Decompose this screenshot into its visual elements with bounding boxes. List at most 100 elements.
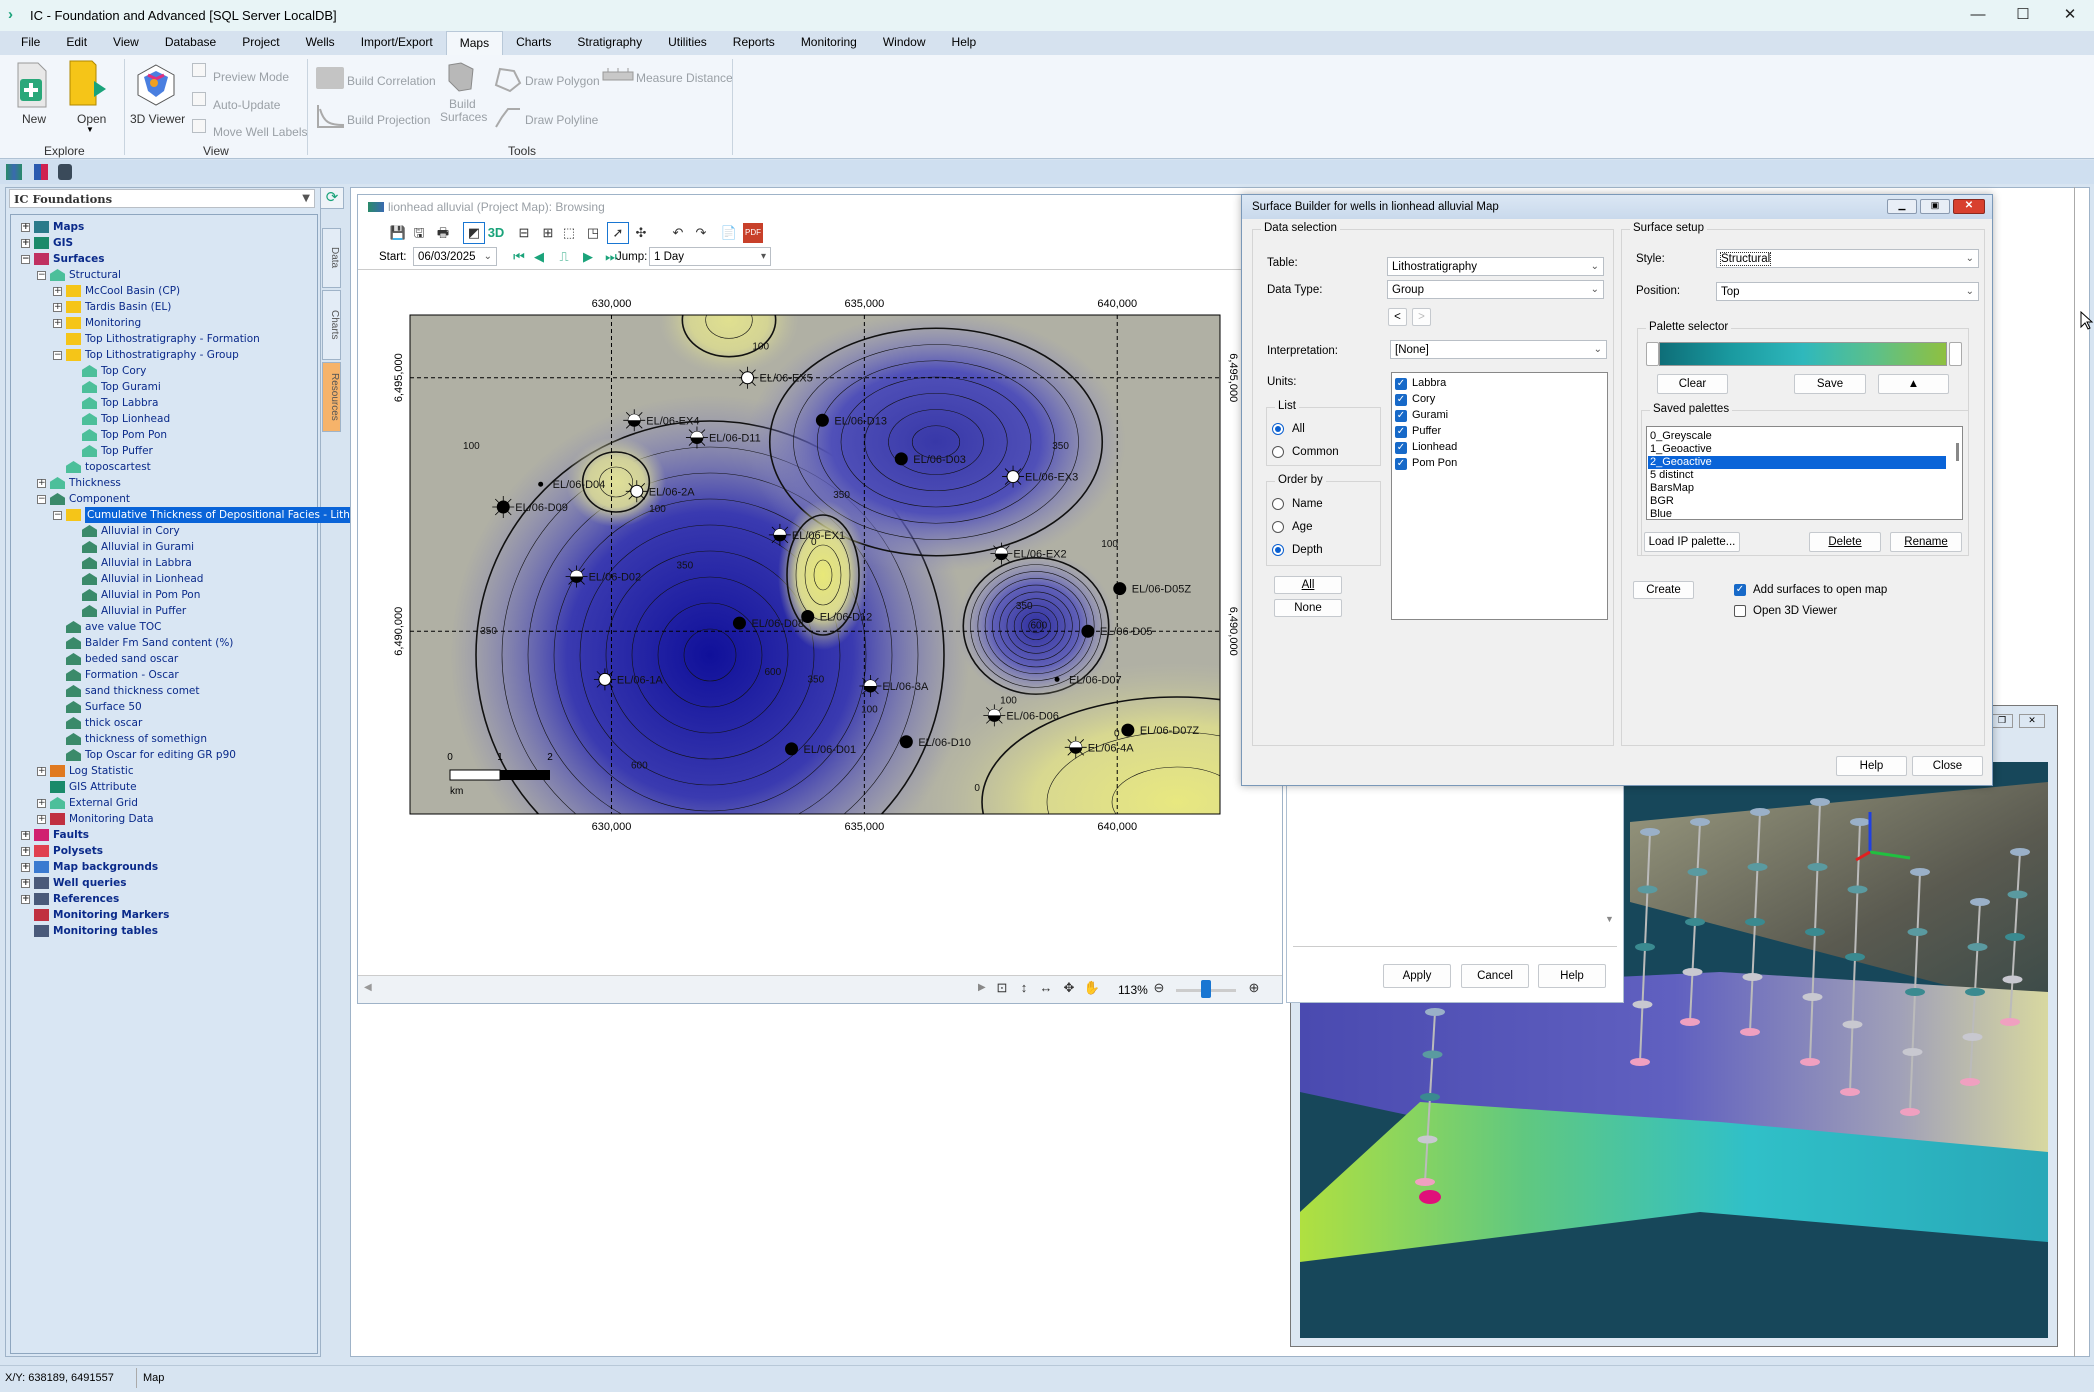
measure-distance-button[interactable]: Measure Distance — [636, 71, 733, 85]
minimize-button[interactable]: — — [1958, 4, 1998, 26]
wells-icon[interactable] — [58, 164, 72, 180]
palette-item-0-greyscale[interactable]: 0_Greyscale — [1648, 430, 1946, 443]
menu-utilities[interactable]: Utilities — [655, 31, 720, 55]
add-surfaces-checkbox[interactable]: ✓ — [1734, 584, 1746, 596]
menu-reports[interactable]: Reports — [720, 31, 788, 55]
unit-checkbox[interactable]: ✓ — [1395, 410, 1407, 422]
zoom-extent-icon[interactable]: ⊡ — [992, 978, 1012, 998]
save-palette-button[interactable]: Save — [1794, 374, 1866, 394]
maximize-button[interactable]: ☐ — [2003, 4, 2043, 26]
refresh-button[interactable]: ⟳ — [320, 187, 344, 209]
unit-checkbox[interactable]: ✓ — [1395, 394, 1407, 406]
build-surfaces-button[interactable]: Build — [449, 97, 476, 111]
first-date-button[interactable]: ⏮ — [509, 247, 529, 267]
preview-mode-checkbox[interactable] — [192, 63, 206, 77]
position-select[interactable]: Top ⌄ — [1716, 282, 1979, 301]
menu-charts[interactable]: Charts — [503, 31, 564, 55]
load-ip-palette-button[interactable]: Load IP palette... — [1644, 532, 1740, 552]
menu-wells[interactable]: Wells — [293, 31, 348, 55]
zoom-in-button[interactable]: ⊞ — [538, 223, 558, 243]
fit-vertical-icon[interactable]: ↕ — [1014, 978, 1034, 998]
save-button[interactable]: 💾 — [388, 223, 408, 243]
help-button[interactable]: Help — [1836, 756, 1907, 776]
reset-date-button[interactable]: ⎍ — [554, 247, 574, 267]
list-all-radio[interactable] — [1272, 423, 1284, 435]
close-3d-button[interactable]: ✕ — [2019, 714, 2045, 728]
unit-checkbox[interactable]: ✓ — [1395, 458, 1407, 470]
redo-button[interactable]: ↷ — [691, 223, 711, 243]
style-select[interactable]: Structural ⌄ — [1716, 249, 1979, 268]
expand-icon[interactable]: + — [21, 895, 30, 904]
collapse-icon[interactable]: − — [37, 495, 46, 504]
undo-button[interactable]: ↶ — [668, 223, 688, 243]
data-type-select[interactable]: Group ⌄ — [1387, 280, 1604, 299]
order-age-radio[interactable] — [1272, 521, 1284, 533]
delete-palette-button[interactable]: Delete — [1809, 532, 1881, 552]
previous-date-button[interactable]: ◀ — [529, 247, 549, 267]
menu-help[interactable]: Help — [939, 31, 990, 55]
help-button[interactable]: Help — [1538, 964, 1606, 988]
scroll-right-icon[interactable]: ▶ — [978, 982, 986, 993]
apply-button[interactable]: Apply — [1383, 964, 1451, 988]
menu-database[interactable]: Database — [152, 31, 229, 55]
expand-icon[interactable]: + — [53, 287, 62, 296]
pdf-button[interactable]: PDF — [743, 223, 763, 243]
dialog-minimize-button[interactable]: ▁ — [1887, 199, 1917, 214]
expand-icon[interactable]: + — [37, 815, 46, 824]
menu-file[interactable]: File — [8, 31, 53, 55]
fit-horizontal-icon[interactable]: ↔ — [1036, 978, 1056, 998]
project-select[interactable]: IC Foundations ▼ — [9, 189, 315, 208]
palette-gradient-bar[interactable] — [1659, 342, 1947, 366]
report-button[interactable]: 📄 — [719, 223, 739, 243]
order-name-radio[interactable] — [1272, 498, 1284, 510]
expand-icon[interactable]: + — [37, 799, 46, 808]
collapse-icon[interactable]: − — [37, 271, 46, 280]
menu-import-export[interactable]: Import/Export — [348, 31, 446, 55]
menu-maps[interactable]: Maps — [445, 31, 504, 55]
palette-item-1-geoactive[interactable]: 1_Geoactive — [1648, 443, 1946, 456]
palette-item-5-distinct[interactable]: 5 distinct — [1648, 469, 1946, 482]
tab-charts[interactable]: Charts — [322, 290, 341, 360]
palette-start-handle[interactable] — [1646, 342, 1659, 366]
draw-polyline-button[interactable]: Draw Polyline — [525, 113, 598, 127]
clear-palette-button[interactable]: Clear — [1657, 374, 1728, 394]
unit-checkbox[interactable]: ✓ — [1395, 426, 1407, 438]
move-up-button[interactable]: ▲ — [1878, 374, 1949, 394]
new-button[interactable] — [14, 61, 52, 117]
expand-icon[interactable]: + — [21, 847, 30, 856]
auto-update-checkbox[interactable] — [192, 92, 206, 106]
menu-window[interactable]: Window — [870, 31, 939, 55]
pan-all-icon[interactable]: ✥ — [1059, 978, 1079, 998]
palette-item-2-geoactive[interactable]: 2_Geoactive — [1648, 456, 1946, 469]
table-select[interactable]: Lithostratigraphy ⌄ — [1387, 257, 1604, 276]
select-none-button[interactable]: None — [1274, 599, 1342, 617]
menu-edit[interactable]: Edit — [53, 31, 100, 55]
jump-select[interactable]: 1 Day ▾ — [649, 247, 771, 266]
dialog-maximize-button[interactable]: ▣ — [1920, 199, 1950, 214]
start-date-picker[interactable]: 06/03/2025 ⌄ — [413, 247, 497, 266]
zoom-select-button[interactable]: ⬚ — [559, 223, 579, 243]
menu-stratigraphy[interactable]: Stratigraphy — [564, 31, 655, 55]
tab-data[interactable]: Data — [322, 228, 341, 288]
expand-icon[interactable]: + — [53, 303, 62, 312]
palette-item-bgr[interactable]: BGR — [1648, 495, 1946, 508]
expand-icon[interactable]: + — [37, 767, 46, 776]
shade-button[interactable]: ◩ — [463, 222, 485, 244]
pointer-button[interactable]: ➚ — [607, 222, 629, 244]
expand-icon[interactable]: + — [21, 223, 30, 232]
collapse-icon[interactable]: − — [53, 511, 62, 520]
charts-icon[interactable] — [34, 164, 48, 180]
rename-palette-button[interactable]: Rename — [1890, 532, 1962, 552]
print-button[interactable]: 🖶 — [433, 223, 453, 243]
close-dialog-button[interactable]: Close — [1912, 756, 1983, 776]
expand-icon[interactable]: + — [21, 879, 30, 888]
maps-icon[interactable] — [6, 164, 22, 180]
zoom-out-button[interactable]: ⊟ — [514, 223, 534, 243]
palette-item-blue[interactable]: Blue — [1648, 508, 1946, 519]
palette-item-barsmap[interactable]: BarsMap — [1648, 482, 1946, 495]
restore-button[interactable]: ❐ — [1991, 714, 2013, 728]
expand-icon[interactable]: + — [21, 863, 30, 872]
save-as-button[interactable]: 🖫 — [409, 223, 429, 243]
open-3d-viewer-checkbox[interactable] — [1734, 605, 1746, 617]
zoom-slider-thumb[interactable] — [1201, 980, 1211, 998]
